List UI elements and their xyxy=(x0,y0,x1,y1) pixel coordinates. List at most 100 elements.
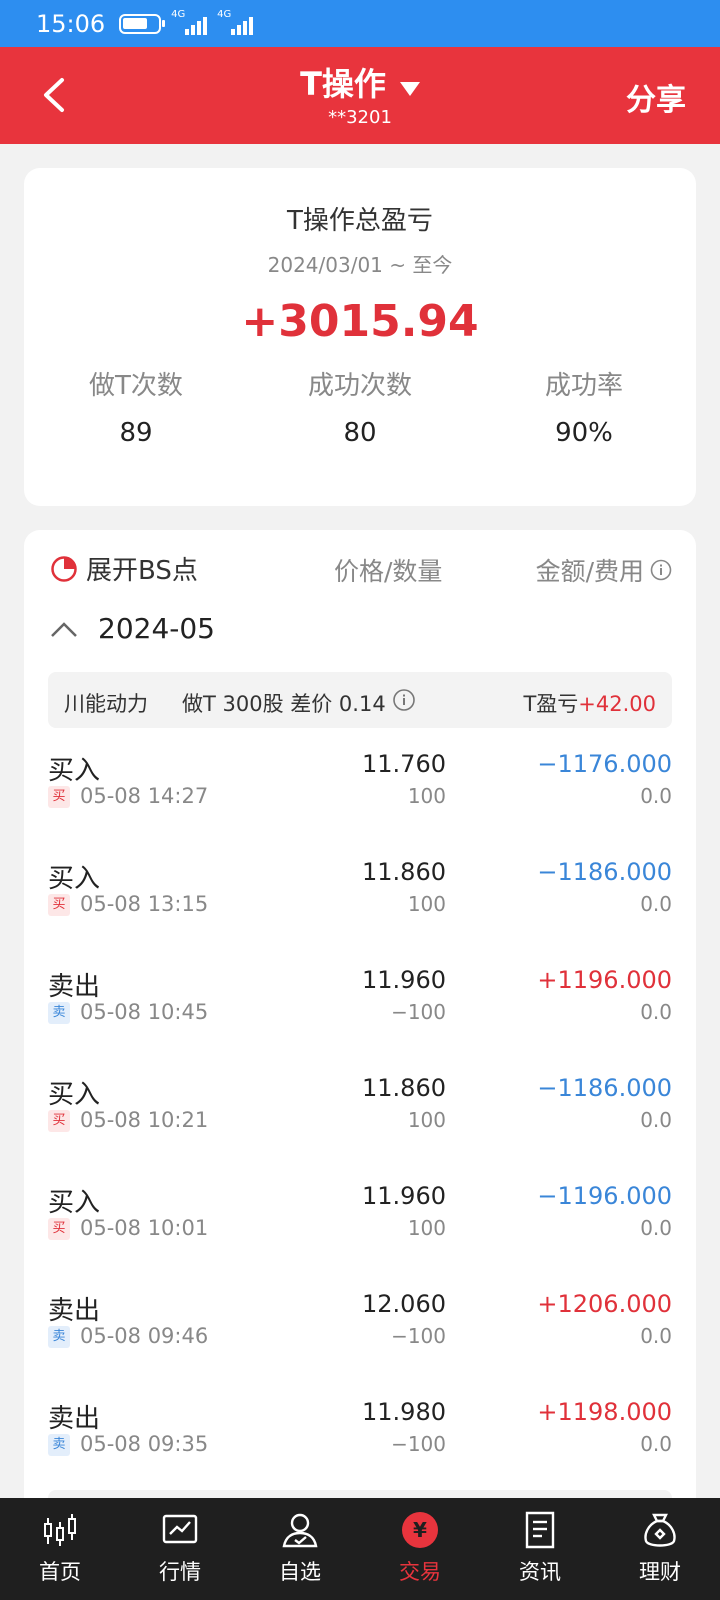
trade-fee: 0.0 xyxy=(640,1432,672,1456)
buy-badge: 买 xyxy=(48,894,70,916)
month-label: 2024-05 xyxy=(98,612,215,645)
trade-price: 11.960 xyxy=(362,966,446,994)
total-profit: +3015.94 xyxy=(241,296,479,347)
expand-bs-label: 展开BS点 xyxy=(86,556,198,586)
trade-type: 买入 xyxy=(48,756,101,786)
trade-time: 05-08 09:46 xyxy=(80,1324,209,1348)
stat-value: 89 xyxy=(119,418,153,448)
person-icon xyxy=(282,1513,318,1548)
stock-group-summary[interactable]: 川能动力 做T 300股 差价 0.14 T盈亏+42.00 xyxy=(48,672,672,728)
trade-row[interactable]: 买入 买 05-08 14:27 11.760 100 −1176.000 0.… xyxy=(24,728,696,836)
trade-time: 05-08 10:01 xyxy=(80,1216,209,1240)
t-pl-label: T盈亏 xyxy=(523,692,579,716)
nav-label: 自选 xyxy=(279,1560,321,1584)
nav-item-wealth[interactable]: 理财 xyxy=(600,1498,720,1600)
trade-type: 买入 xyxy=(48,864,101,894)
stat-success-count: 成功次数 80 xyxy=(248,365,472,448)
network-type: 4G xyxy=(171,8,186,20)
trade-amount: −1176.000 xyxy=(537,750,672,778)
stat-label: 做T次数 xyxy=(89,371,183,401)
trade-type: 卖出 xyxy=(48,1296,101,1326)
trade-type: 卖出 xyxy=(48,972,101,1002)
trade-price: 11.960 xyxy=(362,1182,446,1210)
trade-fee: 0.0 xyxy=(640,1324,672,1348)
trade-time: 05-08 14:27 xyxy=(80,784,209,808)
trade-row[interactable]: 买入 买 05-08 10:21 11.860 100 −1186.000 0.… xyxy=(24,1052,696,1160)
trade-qty: −100 xyxy=(391,1432,446,1456)
stat-label: 成功率 xyxy=(544,371,623,401)
column-price-qty: 价格/数量 xyxy=(334,557,443,586)
trade-time: 05-08 09:35 xyxy=(80,1432,209,1456)
sell-badge: 卖 xyxy=(48,1002,70,1024)
trade-qty: 100 xyxy=(407,784,446,808)
trade-amount: −1186.000 xyxy=(537,1074,672,1102)
nav-item-market[interactable]: 行情 xyxy=(120,1498,240,1600)
info-icon[interactable] xyxy=(392,688,416,712)
status-time: 15:06 xyxy=(36,9,106,38)
trade-price: 11.760 xyxy=(362,750,446,778)
trade-time: 05-08 13:15 xyxy=(80,892,209,916)
trade-fee: 0.0 xyxy=(640,1216,672,1240)
trade-qty: 100 xyxy=(407,1216,446,1240)
nav-label: 交易 xyxy=(399,1560,441,1584)
trade-qty: −100 xyxy=(391,1324,446,1348)
trade-row[interactable]: 买入 买 05-08 10:01 11.960 100 −1196.000 0.… xyxy=(24,1160,696,1268)
page-title: T操作 xyxy=(300,65,386,103)
trade-row[interactable]: 买入 买 05-08 13:15 11.860 100 −1186.000 0.… xyxy=(24,836,696,944)
t-trade-info: 做T 300股 差价 0.14 xyxy=(182,692,386,716)
yuan-icon: ¥ xyxy=(402,1512,438,1548)
trade-price: 11.980 xyxy=(362,1398,446,1426)
summary-date-range[interactable]: 2024/03/01 ~ 至今 xyxy=(24,249,696,278)
trade-amount: −1196.000 xyxy=(537,1182,672,1210)
nav-item-watchlist[interactable]: 自选 xyxy=(240,1498,360,1600)
trade-fee: 0.0 xyxy=(640,1108,672,1132)
sell-badge: 卖 xyxy=(48,1326,70,1348)
t-profit-loss: T盈亏+42.00 xyxy=(523,688,656,718)
buy-badge: 买 xyxy=(48,1110,70,1132)
money-bag-icon xyxy=(644,1513,676,1547)
bottom-nav: 首页 行情 自选 ¥ 交易 资讯 理财 xyxy=(0,1498,720,1600)
network-type-2: 4G xyxy=(217,8,232,20)
nav-item-news[interactable]: 资讯 xyxy=(480,1498,600,1600)
trade-type: 买入 xyxy=(48,1188,101,1218)
chart-icon xyxy=(162,1514,198,1544)
trade-qty: 100 xyxy=(407,892,446,916)
trade-fee: 0.0 xyxy=(640,784,672,808)
nav-label: 行情 xyxy=(159,1560,201,1584)
expand-bs-toggle[interactable]: 展开BS点 xyxy=(50,550,198,587)
title-selector[interactable]: T操作 **3201 xyxy=(0,59,720,128)
summary-title: T操作总盈亏 xyxy=(287,206,433,236)
info-icon[interactable] xyxy=(650,559,672,581)
sell-badge: 卖 xyxy=(48,1434,70,1456)
stats-row: 做T次数 89 成功次数 80 成功率 90% xyxy=(24,365,696,448)
trade-detail-card: 展开BS点 价格/数量 金额/费用 2024-05 川能动力 做T 300股 差… xyxy=(24,530,696,1510)
trade-amount: −1186.000 xyxy=(537,858,672,886)
trade-row[interactable]: 卖出 卖 05-08 10:45 11.960 −100 +1196.000 0… xyxy=(24,944,696,1052)
trade-price: 12.060 xyxy=(362,1290,446,1318)
month-section-toggle[interactable]: 2024-05 xyxy=(24,600,696,664)
signal-icon-2: 4G xyxy=(217,9,254,35)
t-pl-value: +42.00 xyxy=(578,692,656,716)
trade-row[interactable]: 卖出 卖 05-08 09:35 11.980 −100 +1198.000 0… xyxy=(24,1376,696,1484)
pie-icon xyxy=(51,555,77,582)
document-icon xyxy=(525,1511,555,1549)
status-bar: 15:06 4G 4G xyxy=(0,0,720,47)
nav-label: 首页 xyxy=(39,1560,81,1584)
column-amount-label: 金额/费用 xyxy=(535,557,644,586)
nav-label: 理财 xyxy=(639,1560,681,1584)
trade-amount: +1196.000 xyxy=(537,966,672,994)
candlestick-icon xyxy=(44,1514,76,1546)
trade-price: 11.860 xyxy=(362,858,446,886)
trade-price: 11.860 xyxy=(362,1074,446,1102)
trade-row[interactable]: 卖出 卖 05-08 09:46 12.060 −100 +1206.000 0… xyxy=(24,1268,696,1376)
nav-item-trade[interactable]: ¥ 交易 xyxy=(360,1498,480,1600)
trade-fee: 0.0 xyxy=(640,892,672,916)
battery-icon xyxy=(119,13,166,34)
nav-label: 资讯 xyxy=(519,1560,561,1584)
svg-text:¥: ¥ xyxy=(413,1518,427,1542)
trade-time: 05-08 10:45 xyxy=(80,1000,209,1024)
nav-item-home[interactable]: 首页 xyxy=(0,1498,120,1600)
trade-qty: 100 xyxy=(407,1108,446,1132)
share-button[interactable]: 分享 xyxy=(626,75,686,119)
account-number: **3201 xyxy=(328,107,392,128)
